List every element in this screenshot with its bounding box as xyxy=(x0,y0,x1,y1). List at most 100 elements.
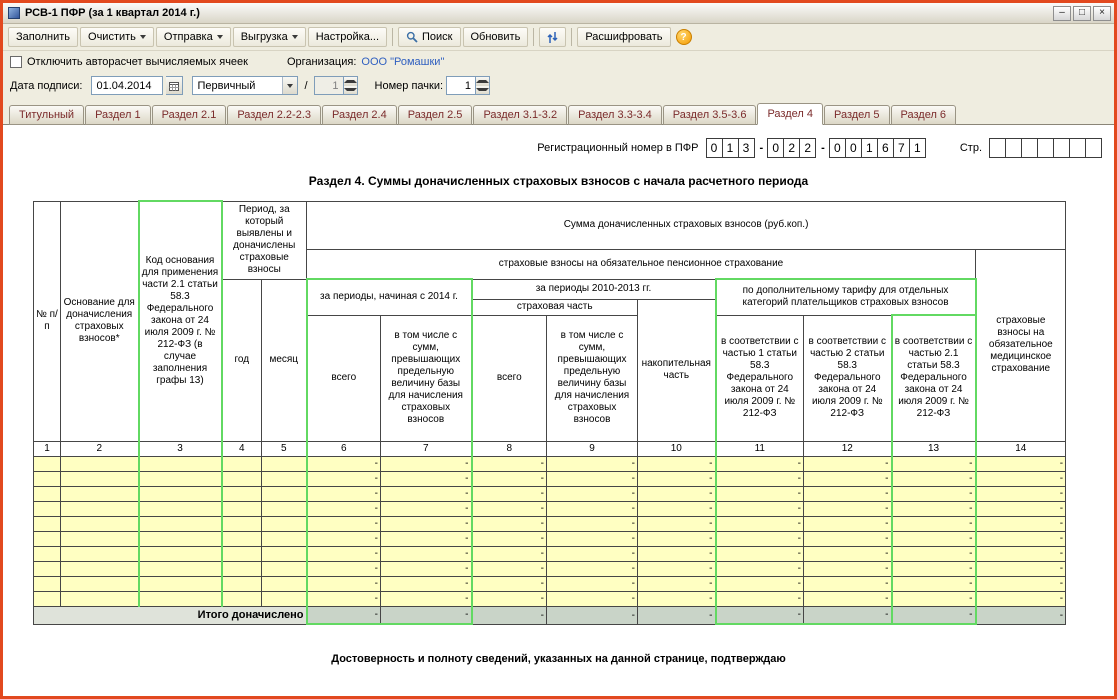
data-cell[interactable]: - xyxy=(547,591,638,606)
data-cell[interactable] xyxy=(61,561,139,576)
data-cell[interactable]: - xyxy=(892,471,976,486)
data-cell[interactable] xyxy=(139,591,222,606)
data-cell[interactable]: - xyxy=(472,486,547,501)
data-cell[interactable] xyxy=(262,456,307,471)
data-cell[interactable] xyxy=(61,486,139,501)
data-cell[interactable]: - xyxy=(638,486,716,501)
data-cell[interactable]: - xyxy=(804,501,892,516)
data-cell[interactable] xyxy=(34,471,61,486)
send-button[interactable]: Отправка xyxy=(156,27,231,47)
data-cell[interactable] xyxy=(139,516,222,531)
spin-up-icon[interactable] xyxy=(476,77,489,86)
data-cell[interactable]: - xyxy=(804,576,892,591)
data-cell[interactable] xyxy=(34,591,61,606)
data-cell[interactable]: - xyxy=(976,591,1066,606)
data-cell[interactable]: - xyxy=(892,546,976,561)
data-cell[interactable]: - xyxy=(716,486,804,501)
data-cell[interactable]: - xyxy=(804,486,892,501)
data-cell[interactable]: - xyxy=(892,456,976,471)
data-cell[interactable] xyxy=(61,471,139,486)
data-cell[interactable]: - xyxy=(716,531,804,546)
data-cell[interactable] xyxy=(222,546,262,561)
data-cell[interactable] xyxy=(139,471,222,486)
autocalc-checkbox[interactable] xyxy=(10,56,22,68)
data-cell[interactable]: - xyxy=(716,591,804,606)
data-cell[interactable] xyxy=(61,456,139,471)
data-cell[interactable]: - xyxy=(381,501,472,516)
data-cell[interactable]: - xyxy=(716,546,804,561)
spin-up-icon[interactable] xyxy=(344,77,357,86)
data-cell[interactable] xyxy=(139,456,222,471)
data-cell[interactable]: - xyxy=(307,486,381,501)
data-cell[interactable]: - xyxy=(804,471,892,486)
data-cell[interactable]: - xyxy=(892,486,976,501)
tab-4[interactable]: Раздел 2.2-2.3 xyxy=(227,105,321,125)
data-cell[interactable]: - xyxy=(472,531,547,546)
data-cell[interactable]: - xyxy=(307,546,381,561)
data-cell[interactable]: - xyxy=(638,561,716,576)
data-cell[interactable]: - xyxy=(381,471,472,486)
data-cell[interactable] xyxy=(34,576,61,591)
data-cell[interactable]: - xyxy=(716,576,804,591)
data-cell[interactable]: - xyxy=(716,516,804,531)
data-cell[interactable]: - xyxy=(804,561,892,576)
data-cell[interactable] xyxy=(222,561,262,576)
data-cell[interactable]: - xyxy=(547,471,638,486)
tab-2[interactable]: Раздел 1 xyxy=(85,105,151,125)
data-cell[interactable]: - xyxy=(472,576,547,591)
data-cell[interactable]: - xyxy=(307,576,381,591)
data-cell[interactable]: - xyxy=(804,531,892,546)
data-cell[interactable] xyxy=(262,576,307,591)
data-cell[interactable]: - xyxy=(472,516,547,531)
data-cell[interactable]: - xyxy=(472,501,547,516)
batch-number-field[interactable]: 1 xyxy=(446,76,476,95)
data-cell[interactable]: - xyxy=(381,546,472,561)
data-cell[interactable]: - xyxy=(892,516,976,531)
close-button[interactable]: × xyxy=(1093,6,1111,21)
help-button[interactable]: ? xyxy=(676,29,692,45)
data-cell[interactable]: - xyxy=(716,456,804,471)
data-cell[interactable]: - xyxy=(472,546,547,561)
data-cell[interactable]: - xyxy=(472,561,547,576)
data-cell[interactable]: - xyxy=(638,501,716,516)
data-cell[interactable]: - xyxy=(976,486,1066,501)
data-cell[interactable]: - xyxy=(976,531,1066,546)
data-cell[interactable] xyxy=(222,456,262,471)
signature-date-field[interactable]: 01.04.2014 xyxy=(91,76,163,95)
data-cell[interactable] xyxy=(222,486,262,501)
settings-button[interactable]: Настройка... xyxy=(308,27,387,47)
data-cell[interactable] xyxy=(262,546,307,561)
data-cell[interactable] xyxy=(34,561,61,576)
data-cell[interactable] xyxy=(34,531,61,546)
data-cell[interactable]: - xyxy=(804,591,892,606)
data-cell[interactable]: - xyxy=(472,456,547,471)
data-cell[interactable] xyxy=(262,486,307,501)
data-cell[interactable]: - xyxy=(804,546,892,561)
refresh-button[interactable]: Обновить xyxy=(463,27,529,47)
spinner-buttons[interactable] xyxy=(344,76,358,95)
decipher-button[interactable]: Расшифровать xyxy=(577,27,670,47)
data-cell[interactable]: - xyxy=(547,486,638,501)
data-cell[interactable] xyxy=(222,531,262,546)
batch-number-spinner[interactable]: 1 xyxy=(446,76,490,95)
report-type-combo[interactable]: Первичный xyxy=(192,76,298,95)
data-cell[interactable]: - xyxy=(638,591,716,606)
data-cell[interactable]: - xyxy=(976,516,1066,531)
maximize-button[interactable]: □ xyxy=(1073,6,1091,21)
spin-down-icon[interactable] xyxy=(476,86,489,95)
data-cell[interactable]: - xyxy=(307,471,381,486)
data-cell[interactable]: - xyxy=(892,576,976,591)
data-cell[interactable] xyxy=(139,546,222,561)
data-cell[interactable] xyxy=(61,516,139,531)
spin-down-icon[interactable] xyxy=(344,86,357,95)
tab-3[interactable]: Раздел 2.1 xyxy=(152,105,227,125)
data-cell[interactable] xyxy=(61,576,139,591)
data-cell[interactable]: - xyxy=(804,516,892,531)
fill-button[interactable]: Заполнить xyxy=(8,27,78,47)
data-cell[interactable] xyxy=(34,516,61,531)
data-cell[interactable]: - xyxy=(472,471,547,486)
data-cell[interactable]: - xyxy=(307,531,381,546)
data-cell[interactable] xyxy=(61,546,139,561)
data-cell[interactable]: - xyxy=(547,546,638,561)
data-cell[interactable] xyxy=(222,501,262,516)
